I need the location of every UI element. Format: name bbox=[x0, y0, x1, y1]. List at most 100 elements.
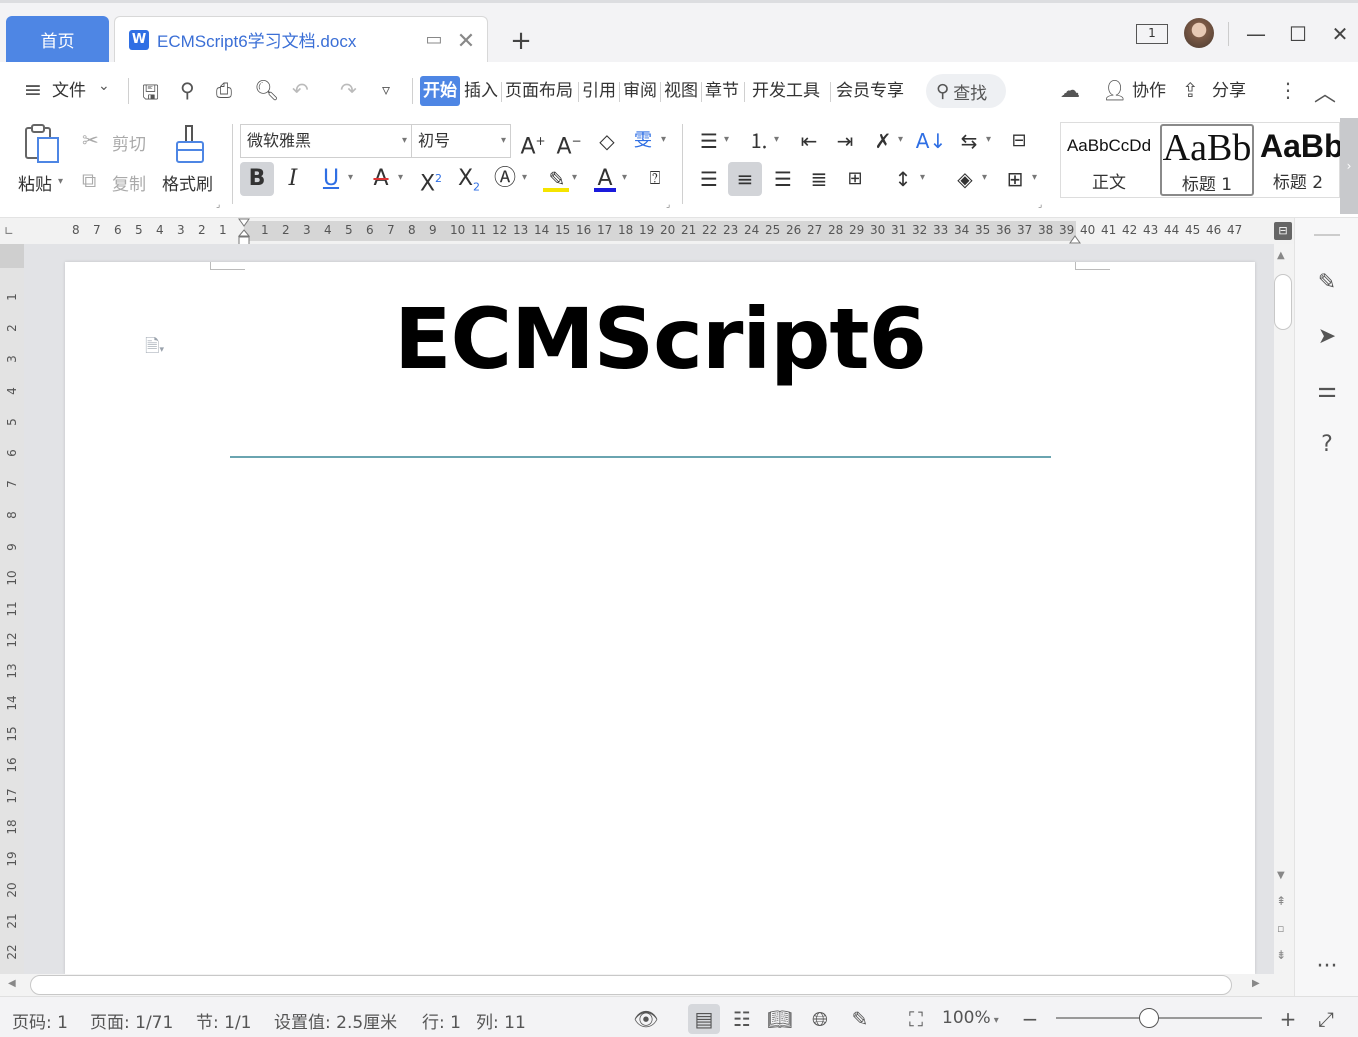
section-status[interactable]: 节: 1/1 bbox=[196, 1008, 252, 1033]
chevron-down-icon[interactable]: ▾ bbox=[1032, 172, 1037, 183]
close-window-icon[interactable]: ✕ bbox=[1322, 20, 1358, 48]
page-count-status[interactable]: 页面: 1/71 bbox=[90, 1008, 173, 1033]
align-right-icon[interactable]: ☰ bbox=[766, 162, 800, 196]
distributed-icon[interactable]: ⊞ bbox=[838, 162, 872, 196]
zoom-in-icon[interactable]: + bbox=[1272, 1004, 1304, 1034]
format-painter-icon[interactable] bbox=[172, 124, 208, 166]
grow-font-icon[interactable]: A+ bbox=[516, 124, 550, 159]
browse-object-icon[interactable]: ▫ bbox=[1277, 922, 1284, 935]
chevron-down-icon[interactable]: ▾ bbox=[724, 134, 729, 145]
web-view-icon[interactable]: 🌐︎ bbox=[804, 1004, 836, 1034]
tab-references[interactable]: 引用 bbox=[582, 76, 616, 106]
chinese-layout-icon[interactable]: ✗ bbox=[866, 124, 900, 158]
tab-start[interactable]: 开始 bbox=[420, 76, 460, 106]
minimize-icon[interactable]: — bbox=[1238, 20, 1274, 48]
pen-icon[interactable]: ✎ bbox=[1310, 266, 1344, 300]
format-painter-small-icon[interactable]: ⚲ bbox=[180, 78, 195, 102]
style-heading-1[interactable]: AaBb 标题 1 bbox=[1160, 124, 1254, 196]
numbered-list-icon[interactable]: ⒈ bbox=[742, 124, 776, 158]
home-tab[interactable]: 首页 bbox=[6, 16, 109, 62]
zoom-slider-knob[interactable] bbox=[1138, 1008, 1159, 1028]
avatar[interactable] bbox=[1184, 18, 1214, 48]
style-heading-2[interactable]: AaBb 标题 2 bbox=[1256, 124, 1340, 196]
fit-page-icon[interactable]: ⛶ bbox=[900, 1004, 932, 1034]
tab-review[interactable]: 审阅 bbox=[623, 76, 657, 106]
window-count-icon[interactable]: 1 bbox=[1136, 24, 1168, 44]
right-indent-marker-icon[interactable] bbox=[1069, 230, 1081, 244]
cursor-icon[interactable]: ➤ bbox=[1310, 320, 1344, 354]
hamburger-icon[interactable]: ≡ bbox=[20, 76, 46, 106]
scroll-up-icon[interactable]: ▲ bbox=[1277, 250, 1285, 261]
scroll-left-icon[interactable]: ◀ bbox=[8, 978, 16, 989]
sliders-icon[interactable]: ⚌ bbox=[1310, 374, 1344, 408]
italic-icon[interactable]: I bbox=[276, 162, 310, 196]
font-name-select[interactable]: 微软雅黑 ▾ bbox=[240, 124, 412, 158]
chevron-down-icon[interactable]: ▾ bbox=[348, 172, 353, 183]
customize-toolbar-icon[interactable]: ▿ bbox=[382, 80, 390, 99]
dialog-launcher-icon[interactable]: ⌟ bbox=[216, 200, 220, 210]
horizontal-scroll-thumb[interactable] bbox=[30, 975, 1232, 995]
outline-view-icon[interactable]: ☷ bbox=[726, 1004, 758, 1034]
screen-icon[interactable]: ▭ bbox=[423, 29, 445, 51]
next-page-icon[interactable]: ⇟ bbox=[1276, 948, 1286, 962]
share-icon[interactable]: ⇪ bbox=[1182, 78, 1199, 102]
more-vertical-icon[interactable]: ⋮ bbox=[1278, 78, 1298, 102]
previous-page-icon[interactable]: ⇞ bbox=[1276, 894, 1286, 908]
increase-indent-icon[interactable]: ⇥ bbox=[828, 124, 862, 158]
chevron-down-icon[interactable]: ▾ bbox=[661, 134, 666, 145]
document-heading[interactable]: ECMScript6 bbox=[0, 290, 1320, 388]
chevron-down-icon[interactable]: ⌄ bbox=[98, 78, 110, 94]
decrease-indent-icon[interactable]: ⇤ bbox=[792, 124, 826, 158]
scroll-down-icon[interactable]: ▼ bbox=[1277, 870, 1285, 881]
tab-page-layout[interactable]: 页面布局 bbox=[505, 76, 573, 106]
subscript-icon[interactable]: X2 bbox=[452, 162, 486, 196]
borders-icon[interactable]: ⊞ bbox=[998, 162, 1032, 196]
style-normal[interactable]: AaBbCcDd 正文 bbox=[1062, 124, 1156, 196]
paste-icon[interactable] bbox=[22, 124, 62, 166]
chevron-down-icon[interactable]: ▾ bbox=[398, 172, 403, 183]
superscript-icon[interactable]: X2 bbox=[414, 162, 448, 196]
paragraph-mark-icon[interactable]: ⇆ bbox=[952, 124, 986, 158]
more-icon[interactable]: ··· bbox=[1310, 950, 1344, 984]
close-tab-icon[interactable]: ✕ bbox=[455, 29, 477, 54]
chevron-down-icon[interactable]: ▾ bbox=[572, 172, 577, 183]
chevron-down-icon[interactable]: ▾ bbox=[622, 172, 627, 183]
zoom-select[interactable]: 100% ▾ bbox=[942, 1008, 999, 1028]
align-left-icon[interactable]: ☰ bbox=[692, 162, 726, 196]
shrink-font-icon[interactable]: A− bbox=[552, 124, 586, 159]
save-icon[interactable]: 🖫 bbox=[142, 78, 159, 112]
chevron-down-icon[interactable]: ▾ bbox=[920, 172, 925, 183]
panel-drag-handle[interactable] bbox=[1314, 234, 1340, 236]
line-spacing-icon[interactable]: ↕ bbox=[886, 162, 920, 196]
shading-icon[interactable]: ◈ bbox=[948, 162, 982, 196]
bullet-list-icon[interactable]: ☰ bbox=[692, 124, 726, 158]
search-button[interactable]: ⚲ 查找 bbox=[926, 74, 1006, 108]
chevron-down-icon[interactable]: ▾ bbox=[898, 134, 903, 145]
text-effect-icon[interactable]: Ⓐ bbox=[488, 162, 522, 196]
chevron-down-icon[interactable]: ▾ bbox=[58, 176, 63, 187]
char-border-icon[interactable]: ⍰ bbox=[638, 162, 672, 196]
strikethrough-icon[interactable]: A bbox=[364, 162, 398, 196]
sort-icon[interactable]: A↓ bbox=[914, 124, 948, 158]
tab-insert[interactable]: 插入 bbox=[464, 76, 498, 106]
chevron-down-icon[interactable]: ▾ bbox=[774, 134, 779, 145]
dialog-launcher-icon[interactable]: ⌟ bbox=[666, 200, 670, 210]
tab-stops-icon[interactable]: ⊟ bbox=[1002, 124, 1036, 158]
vertical-scroll-thumb[interactable] bbox=[1274, 274, 1292, 330]
justify-icon[interactable]: ≣ bbox=[802, 162, 836, 196]
tab-type-icon[interactable]: ∟ bbox=[4, 224, 14, 238]
tab-member[interactable]: 会员专享 bbox=[836, 76, 904, 106]
align-center-icon[interactable]: ≡ bbox=[728, 162, 762, 196]
new-tab-button[interactable]: + bbox=[506, 26, 536, 56]
write-mode-icon[interactable]: ✎ bbox=[844, 1004, 876, 1034]
font-size-select[interactable]: 初号 ▾ bbox=[411, 124, 511, 158]
share-button[interactable]: 分享 bbox=[1212, 76, 1246, 106]
copy-button[interactable]: 复制 bbox=[112, 170, 146, 195]
tab-developer[interactable]: 开发工具 bbox=[752, 76, 820, 106]
help-icon[interactable]: ? bbox=[1310, 428, 1344, 462]
reading-view-icon[interactable]: 📖︎ bbox=[764, 1004, 796, 1034]
collaborate-button[interactable]: 协作 bbox=[1132, 76, 1166, 106]
paste-button[interactable]: 粘贴 bbox=[18, 170, 52, 195]
cut-button[interactable]: 剪切 bbox=[112, 130, 146, 155]
zoom-out-icon[interactable]: − bbox=[1014, 1004, 1046, 1034]
